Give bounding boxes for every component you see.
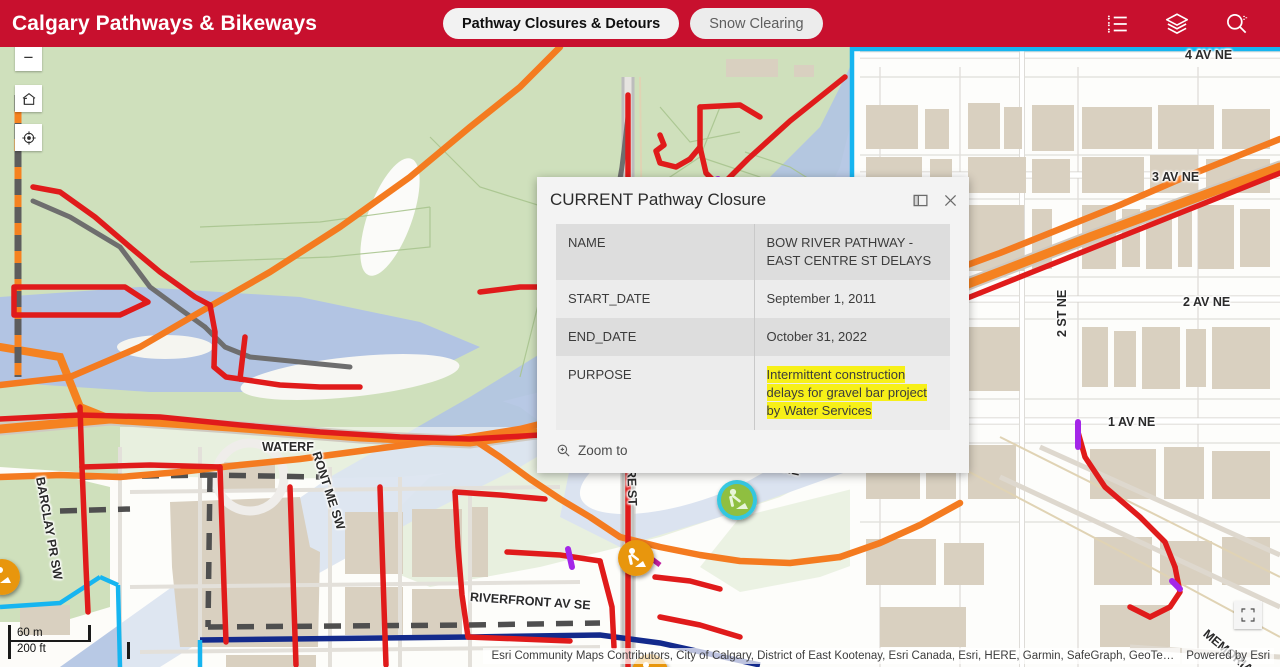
attribute-field-value: Intermittent construction delays for gra… (754, 356, 950, 430)
locate-crosshair-icon (21, 130, 37, 146)
attribute-field-name: START_DATE (556, 280, 754, 318)
close-icon[interactable] (942, 192, 959, 209)
table-row: START_DATESeptember 1, 2011 (556, 280, 950, 318)
app-title: Calgary Pathways & Bikeways (12, 12, 317, 36)
closure-marker (618, 540, 654, 576)
home-extent-button[interactable] (15, 85, 42, 112)
popup-header: CURRENT Pathway Closure (537, 177, 969, 220)
map-application: 4 AV NE3 AV NE2 AV NE1 AV NE2 ST NEWATER… (0, 0, 1280, 667)
scale-tick-imperial (127, 642, 130, 659)
highlighted-text: Intermittent construction delays for gra… (767, 366, 927, 419)
table-row: END_DATEOctober 31, 2022 (556, 318, 950, 356)
attribution-sources[interactable]: Esri Community Maps Contributors, City o… (483, 648, 1180, 664)
scale-bar: 60 m 200 ft (8, 625, 130, 659)
tab-snow-clearing[interactable]: Snow Clearing (690, 8, 822, 39)
attribute-table: NAMEBOW RIVER PATHWAY - EAST CENTRE ST D… (556, 224, 950, 430)
fullscreen-expand-icon (1240, 607, 1256, 623)
header-tabs[interactable]: Pathway Closures & Detours Snow Clearing (443, 8, 823, 39)
layers-icon[interactable] (1164, 11, 1190, 37)
locate-button[interactable] (15, 124, 42, 151)
tab-pathway-closures-detours[interactable]: Pathway Closures & Detours (443, 8, 679, 39)
attribute-field-value: BOW RIVER PATHWAY - EAST CENTRE ST DELAY… (754, 224, 950, 280)
attribute-field-value: September 1, 2011 (754, 280, 950, 318)
closure-marker-selected (717, 480, 757, 520)
table-row: PURPOSEIntermittent construction delays … (556, 356, 950, 430)
feature-popup[interactable]: CURRENT Pathway Closure NAMEBOW RIVER PA… (537, 177, 969, 473)
popup-title: CURRENT Pathway Closure (550, 190, 912, 210)
scale-metric: 60 m (17, 627, 43, 639)
scale-tick-metric (88, 625, 91, 642)
home-icon (21, 91, 37, 107)
zoom-out-button[interactable]: − (15, 43, 42, 71)
popup-footer: Zoom to (537, 430, 969, 473)
zoom-to-label: Zoom to (578, 443, 628, 458)
table-row: NAMEBOW RIVER PATHWAY - EAST CENTRE ST D… (556, 224, 950, 280)
powered-by-esri: Powered by Esri (1182, 648, 1274, 664)
search-icon[interactable] (1224, 11, 1250, 37)
dock-panel-icon[interactable] (912, 192, 929, 209)
scale-imperial: 200 ft (17, 643, 46, 655)
attribute-field-value: October 31, 2022 (754, 318, 950, 356)
header-tool-icons[interactable] (1104, 0, 1250, 47)
app-header: Calgary Pathways & Bikeways Pathway Clos… (0, 0, 1280, 47)
legend-list-icon[interactable] (1104, 11, 1130, 37)
fullscreen-button[interactable] (1234, 601, 1262, 629)
attribute-field-name: END_DATE (556, 318, 754, 356)
attribute-field-name: PURPOSE (556, 356, 754, 430)
zoom-to-magnifier-icon (556, 443, 571, 458)
zoom-to-action[interactable]: Zoom to (556, 443, 628, 458)
popup-actions[interactable] (912, 190, 959, 209)
attribute-field-name: NAME (556, 224, 754, 280)
